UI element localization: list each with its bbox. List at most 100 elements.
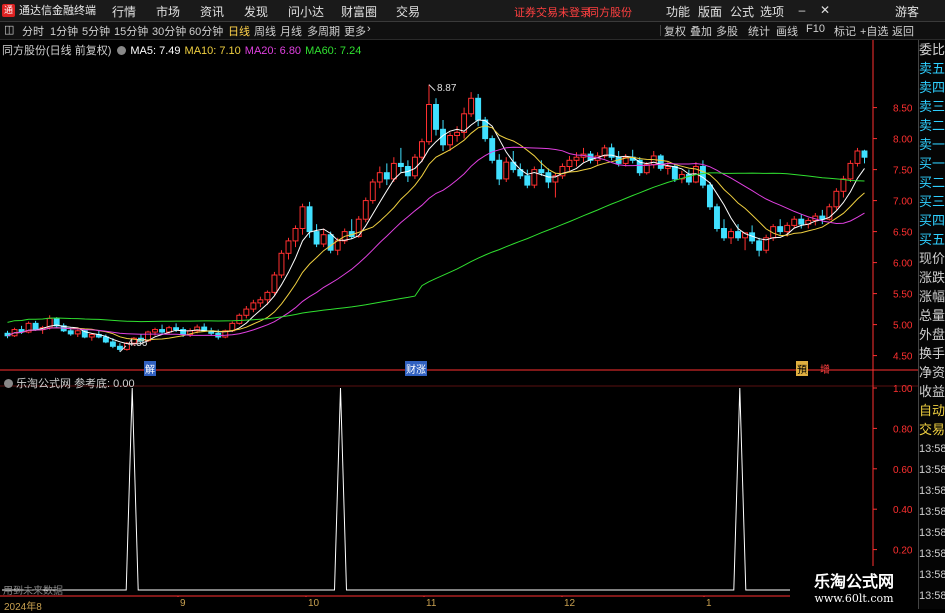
ma60-line — [7, 172, 865, 323]
candle-body[interactable] — [306, 206, 313, 233]
marker-zeng[interactable]: 增 — [820, 361, 830, 376]
quote-label-6: 买一 — [919, 156, 945, 171]
candle-body[interactable] — [159, 329, 166, 333]
candle-body[interactable] — [264, 291, 271, 301]
sub-title: 乐淘公式网 — [16, 378, 71, 390]
candle-body[interactable] — [376, 172, 383, 183]
candle-body[interactable] — [109, 341, 116, 347]
high-price-label: 8.87 — [436, 82, 457, 94]
sub-tick-label: 0.40 — [893, 505, 913, 516]
candle-body[interactable] — [433, 104, 439, 130]
candle-body[interactable] — [418, 141, 425, 158]
candle-body[interactable] — [531, 169, 538, 186]
quote-label-18: 收益 — [919, 384, 945, 399]
price-tick-label: 6.50 — [893, 228, 913, 239]
candle-body[interactable] — [503, 161, 510, 180]
candle-body[interactable] — [854, 150, 861, 164]
candle-body[interactable] — [32, 322, 39, 331]
candle-body[interactable] — [721, 228, 727, 239]
indicator-settings-icon[interactable] — [4, 379, 13, 388]
candle-body[interactable] — [229, 322, 236, 332]
candle-body[interactable] — [482, 119, 489, 140]
candle-body[interactable] — [524, 175, 531, 186]
candle-body[interactable] — [728, 231, 734, 239]
quote-label-5: 卖一 — [919, 137, 945, 152]
candle-body[interactable] — [861, 150, 868, 158]
candle-body[interactable] — [833, 190, 840, 208]
quote-side-panel: 委比 卖五 卖四 卖三 卖二 卖一 买一 买二 买三 买四 买五 现价 涨跌 涨幅 总量 外盘 换手 净资 收益 自动… — [918, 40, 945, 609]
trade-time-2: 13:58 — [919, 485, 945, 497]
candle-body[interactable] — [299, 206, 306, 230]
candle-body[interactable] — [657, 155, 664, 169]
candle-body[interactable] — [383, 172, 390, 180]
future-data-warning: 用到未来数据 — [3, 586, 63, 597]
quote-label-10: 买五 — [919, 232, 945, 247]
candle-body[interactable] — [102, 336, 109, 343]
candle-body[interactable] — [320, 234, 327, 245]
candle-body[interactable] — [67, 330, 74, 335]
candle-body[interactable] — [88, 334, 95, 338]
candle-body[interactable] — [116, 345, 123, 350]
quote-label-2: 卖四 — [919, 80, 945, 95]
candle-body[interactable] — [278, 252, 285, 276]
candle-body[interactable] — [566, 159, 573, 168]
candle-body[interactable] — [650, 155, 657, 166]
candle-body[interactable] — [285, 240, 292, 254]
main-chart[interactable]: 4.50 5.00 5.50 6.00 6.50 7.00 7.50 8.00 8.50 1.00… — [0, 0, 918, 597]
candle-body[interactable] — [784, 224, 791, 233]
auto-trade-label-0[interactable]: 自动 — [919, 401, 945, 420]
candle-body[interactable] — [243, 308, 250, 316]
candle-body[interactable] — [777, 226, 784, 233]
candle-body[interactable] — [313, 231, 320, 245]
candle-body[interactable] — [798, 218, 805, 225]
candle-body[interactable] — [468, 97, 475, 115]
candle-body[interactable] — [447, 135, 454, 146]
price-tick-label: 5.00 — [893, 321, 913, 332]
candle-body[interactable] — [489, 138, 496, 161]
marker-jiang[interactable]: 預 — [796, 361, 808, 376]
candle-body[interactable] — [496, 159, 503, 180]
quote-label-9: 买四 — [919, 213, 945, 228]
candle-body[interactable] — [390, 162, 397, 180]
quote-label-17: 净资 — [919, 365, 945, 380]
candle-body[interactable] — [714, 206, 720, 230]
trade-time-1: 13:58 — [919, 464, 945, 476]
candle-body[interactable] — [699, 166, 706, 186]
candle-body[interactable] — [735, 231, 742, 239]
price-tick-label: 8.50 — [893, 104, 913, 115]
candle-body[interactable] — [327, 234, 334, 251]
candle-body[interactable] — [173, 327, 180, 331]
candle-body[interactable] — [292, 228, 299, 242]
candle-body[interactable] — [236, 314, 243, 324]
candle-body[interactable] — [671, 166, 678, 180]
candle-body[interactable] — [152, 329, 158, 333]
sub-tick-label: 0.60 — [893, 465, 913, 476]
quote-label-14: 总量 — [919, 308, 945, 323]
candle-body[interactable] — [397, 162, 404, 167]
candle-body[interactable] — [271, 274, 278, 293]
candle-body[interactable] — [74, 330, 81, 335]
candle-body[interactable] — [756, 240, 763, 251]
candle-body[interactable] — [538, 169, 545, 174]
candle-body[interactable] — [706, 184, 713, 208]
trade-time-4: 13:58 — [919, 527, 945, 539]
marker-jie[interactable]: 解 — [144, 361, 156, 376]
candle-body[interactable] — [664, 166, 671, 169]
quote-label-11: 现价 — [919, 251, 945, 266]
candle-body[interactable] — [362, 200, 369, 220]
candle-body[interactable] — [475, 97, 482, 121]
candle-body[interactable] — [426, 104, 432, 143]
candle-body[interactable] — [840, 178, 847, 192]
quote-label-16: 换手 — [919, 346, 945, 361]
price-tick-label: 6.00 — [893, 259, 913, 270]
date-label-jan: 1 — [706, 598, 712, 609]
marker-caizhang[interactable]: 财涨 — [405, 361, 427, 376]
candle-body[interactable] — [257, 299, 264, 304]
auto-trade-label-1[interactable]: 交易 — [919, 420, 945, 439]
candle-body[interactable] — [791, 218, 798, 226]
candle-body[interactable] — [847, 162, 854, 180]
candle-body[interactable] — [573, 156, 580, 161]
candle-body[interactable] — [250, 302, 257, 310]
candle-body[interactable] — [369, 181, 376, 202]
candle-body[interactable] — [454, 131, 461, 136]
